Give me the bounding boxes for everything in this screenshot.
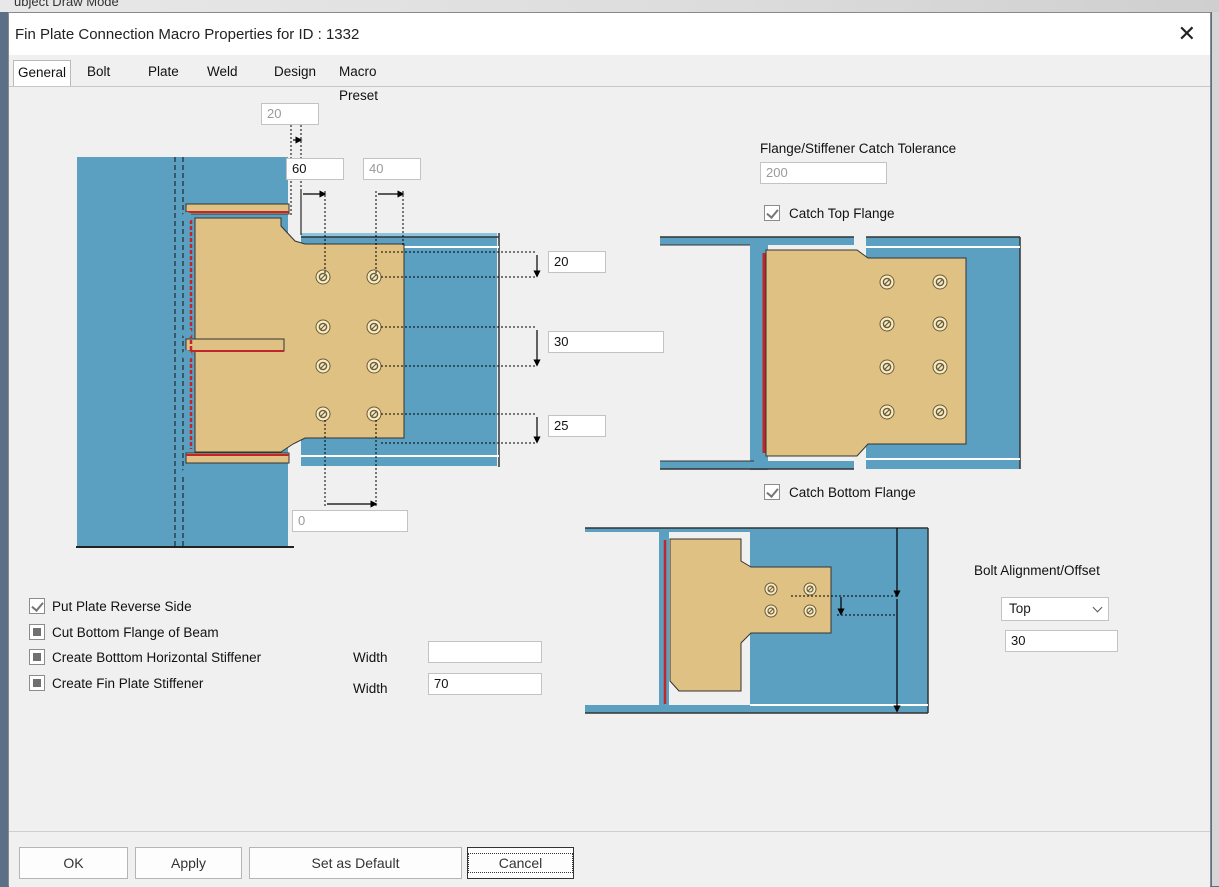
- ok-button[interactable]: OK: [19, 847, 128, 879]
- reverse-side-checkbox[interactable]: [29, 598, 45, 614]
- cut-bottom-flange-label: Cut Bottom Flange of Beam: [52, 625, 219, 640]
- set-default-button[interactable]: Set as Default: [249, 847, 462, 879]
- general-tab-panel: 20 60 40 20 30 25 0 Flange/Stiffener Cat…: [9, 86, 1210, 831]
- cancel-button-label: Cancel: [467, 853, 574, 873]
- catch-bottom-flange-label: Catch Bottom Flange: [789, 485, 916, 500]
- tab-design[interactable]: Design: [270, 60, 320, 84]
- catch-bottom-flange-checkbox[interactable]: [764, 484, 780, 500]
- stiffener-width-field[interactable]: [428, 641, 542, 663]
- apply-button[interactable]: Apply: [135, 847, 242, 879]
- fin-plate-stiffener-checkbox[interactable]: [29, 675, 45, 691]
- bolt-alignment-selected: Top: [1009, 601, 1031, 616]
- macro-properties-dialog: Fin Plate Connection Macro Properties fo…: [8, 12, 1211, 887]
- fin-stiffener-width-field[interactable]: 70: [428, 673, 542, 695]
- reverse-side-label: Put Plate Reverse Side: [52, 599, 192, 614]
- background-window-text: ubject Draw Mode: [14, 0, 119, 9]
- dialog-title: Fin Plate Connection Macro Properties fo…: [15, 26, 360, 43]
- background-window-edge: [1212, 12, 1219, 886]
- cut-bottom-flange-checkbox[interactable]: [29, 624, 45, 640]
- dialog-footer: OK Apply Set as Default Cancel: [9, 831, 1210, 887]
- background-window-strip: ubject Draw Mode: [0, 0, 1219, 12]
- title-bar: Fin Plate Connection Macro Properties fo…: [9, 13, 1210, 55]
- bolt-alignment-label: Bolt Alignment/Offset: [974, 563, 1100, 578]
- bottom-stiffener-label: Create Botttom Horizontal Stiffener: [52, 650, 262, 665]
- fin-plate-stiffener-label: Create Fin Plate Stiffener: [52, 676, 204, 691]
- bolt-offset-field[interactable]: 30: [1005, 630, 1118, 652]
- tab-weld[interactable]: Weld: [203, 60, 242, 84]
- tab-macro-preset[interactable]: Macro Preset: [335, 60, 382, 103]
- chevron-down-icon: [1092, 602, 1103, 613]
- fin-stiffener-width-label: Width: [353, 681, 388, 696]
- stiffener-width-label: Width: [353, 650, 388, 665]
- tab-bolt[interactable]: Bolt: [83, 60, 114, 84]
- tab-general[interactable]: General: [13, 60, 72, 86]
- cancel-button[interactable]: Cancel: [467, 847, 574, 879]
- close-icon[interactable]: ✕: [1178, 21, 1196, 47]
- bolt-alignment-select[interactable]: Top: [1001, 597, 1109, 621]
- bottom-stiffener-checkbox[interactable]: [29, 649, 45, 665]
- tab-plate[interactable]: Plate: [144, 60, 183, 84]
